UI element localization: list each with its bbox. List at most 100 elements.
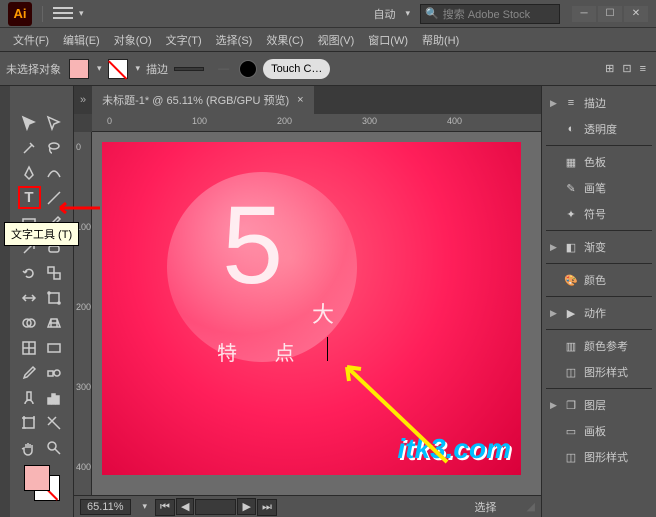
color-guide-icon: ▥ [562,338,580,354]
search-icon: 🔍 [425,7,439,20]
stroke-icon: ≡ [562,95,580,111]
color-icon: 🎨 [562,272,580,288]
artboard-nav[interactable]: ⏮◀ ▶⏭ [155,498,278,516]
text-big-5[interactable]: 5 [222,182,283,309]
menu-select[interactable]: 选择(S) [209,32,260,48]
perspective-grid-tool[interactable] [43,311,66,334]
layers-icon: ❐ [562,397,580,413]
free-transform-tool[interactable] [43,286,66,309]
vertical-ruler[interactable]: 0 100 200 300 400 [74,132,92,495]
align-icon[interactable]: ⊞ [605,62,614,75]
panel-color[interactable]: 🎨颜色 [546,267,652,293]
auto-label[interactable]: 自动 [373,6,395,22]
menu-edit[interactable]: 编辑(E) [56,32,107,48]
artboard[interactable]: 5 大 特 点 itk3.com [102,142,521,475]
text-tedian[interactable]: 特 点 [217,337,311,366]
rotate-tool[interactable] [18,261,41,284]
text-cursor [327,337,328,361]
width-tool[interactable] [18,286,41,309]
brush-selector[interactable]: Touch C… [263,59,330,79]
panel-color-guide[interactable]: ▥颜色参考 [546,333,652,359]
actions-icon: ▶ [562,305,580,321]
slice-tool[interactable] [43,411,66,434]
type-tool[interactable]: T [18,186,41,209]
type-tool-tooltip: 文字工具 (T) [4,222,79,246]
chevron-down-icon[interactable]: ▾ [79,8,84,19]
panel-graphic-styles[interactable]: ◫图形样式 [546,359,652,385]
search-input[interactable]: 🔍 搜索 Adobe Stock [420,4,560,24]
menu-type[interactable]: 文字(T) [159,32,209,48]
transparency-icon: ◐ [562,121,580,137]
titlebar: Ai ▾ 自动 ▾ 🔍 搜索 Adobe Stock ─ ☐ ✕ [0,0,656,28]
artboards-icon: ▭ [562,423,580,439]
chevron-down-icon[interactable]: ▾ [405,8,410,19]
panel-graphic-styles-2[interactable]: ◫图形样式 [546,444,652,470]
resize-grip-icon[interactable]: ◢ [527,500,535,513]
direct-selection-tool[interactable] [43,111,66,134]
menu-file[interactable]: 文件(F) [6,32,56,48]
annotation-red-arrow [52,198,102,218]
menu-help[interactable]: 帮助(H) [415,32,466,48]
toolbar: T [10,86,74,517]
tab-overflow-icon[interactable]: » [74,94,92,106]
menubar: 文件(F) 编辑(E) 对象(O) 文字(T) 选择(S) 效果(C) 视图(V… [0,28,656,52]
fill-color[interactable] [24,465,50,491]
workspace-menu-icon[interactable] [53,7,73,21]
no-selection-label: 未选择对象 [6,61,61,77]
menu-window[interactable]: 窗口(W) [361,32,415,48]
panel-actions[interactable]: ▶▶动作 [546,300,652,326]
panel-brushes[interactable]: ✎画笔 [546,175,652,201]
selection-tool[interactable] [18,111,41,134]
tab-close-icon[interactable]: × [297,94,303,106]
panel-artboards[interactable]: ▭画板 [546,418,652,444]
mesh-tool[interactable] [18,336,41,359]
panel-layers[interactable]: ▶❐图层 [546,392,652,418]
stroke-weight-input[interactable] [174,67,204,71]
transform-icon[interactable]: ⊡ [622,62,631,75]
magic-wand-tool[interactable] [18,136,41,159]
symbol-sprayer-tool[interactable] [18,386,41,409]
menu-effect[interactable]: 效果(C) [259,32,310,48]
panel-menu-icon[interactable]: ≡ [640,63,646,75]
menu-view[interactable]: 视图(V) [311,32,362,48]
brushes-icon: ✎ [562,180,580,196]
document-tab[interactable]: 未标题-1* @ 65.11% (RGB/GPU 预览) × [92,86,313,114]
zoom-input[interactable]: 65.11% [80,499,131,515]
swatches-icon: ▦ [562,154,580,170]
hand-tool[interactable] [18,436,41,459]
blend-tool[interactable] [43,361,66,384]
fill-stroke-picker[interactable] [24,465,60,501]
text-da[interactable]: 大 [312,297,334,329]
eyedropper-tool[interactable] [18,361,41,384]
pen-tool[interactable] [18,161,41,184]
artboard-tool[interactable] [18,411,41,434]
curvature-tool[interactable] [43,161,66,184]
menu-object[interactable]: 对象(O) [107,32,159,48]
dock-edge [0,86,10,517]
lasso-tool[interactable] [43,136,66,159]
brush-preview[interactable] [239,60,257,78]
stroke-label[interactable]: 描边 [146,61,168,77]
panel-transparency[interactable]: ◐透明度 [546,116,652,142]
panel-gradient[interactable]: ▶◧渐变 [546,234,652,260]
panel-stroke[interactable]: ▶≡描边 [546,90,652,116]
scale-tool[interactable] [43,261,66,284]
gradient-icon: ◧ [562,239,580,255]
zoom-tool[interactable] [43,436,66,459]
maximize-button[interactable]: ☐ [598,6,622,22]
graphic-styles-icon: ◫ [562,449,580,465]
panel-swatches[interactable]: ▦色板 [546,149,652,175]
column-graph-tool[interactable] [43,386,66,409]
canvas[interactable]: 5 大 特 点 itk3.com [92,132,541,495]
minimize-button[interactable]: ─ [572,6,596,22]
fill-swatch[interactable] [69,59,89,79]
stroke-swatch[interactable] [108,59,128,79]
shape-builder-tool[interactable] [18,311,41,334]
panel-symbols[interactable]: ✦符号 [546,201,652,227]
close-button[interactable]: ✕ [624,6,648,22]
document-area: » 未标题-1* @ 65.11% (RGB/GPU 预览) × 0 100 2… [74,86,541,517]
symbols-icon: ✦ [562,206,580,222]
horizontal-ruler[interactable]: 0 100 200 300 400 [92,114,541,132]
right-panels: ▶≡描边 ◐透明度 ▦色板 ✎画笔 ✦符号 ▶◧渐变 🎨颜色 ▶▶动作 ▥颜色参… [541,86,656,517]
gradient-tool[interactable] [43,336,66,359]
